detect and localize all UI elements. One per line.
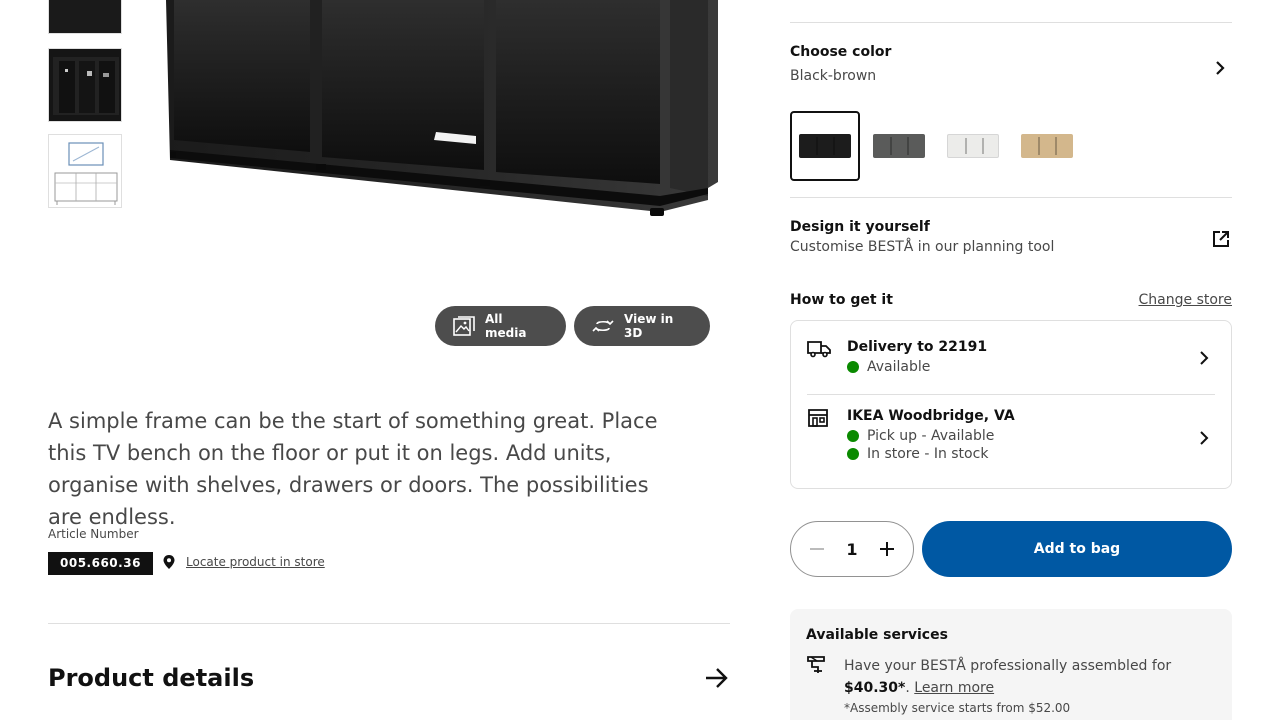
increase-quantity-button[interactable] <box>879 541 895 557</box>
tv-bench-image <box>166 0 718 216</box>
instore-status: In store - In stock <box>847 446 1015 462</box>
divider <box>790 22 1232 23</box>
assembly-price: $40.30* <box>844 680 906 696</box>
thumbnail-1[interactable] <box>48 0 122 34</box>
decrease-quantity-button[interactable] <box>809 541 825 557</box>
truck-icon <box>807 341 831 358</box>
available-services-panel: Available services Have your BESTÅ profe… <box>790 609 1232 720</box>
delivery-status: Available <box>847 359 987 375</box>
delivery-title: Delivery to 22191 <box>847 339 988 355</box>
external-link-icon <box>1213 231 1229 247</box>
fulfilment-options: Delivery to 22191 Available IKEA Woodbri… <box>790 320 1232 489</box>
swatch-dark-grey-image <box>873 134 925 158</box>
chevron-right-icon <box>1200 431 1209 445</box>
design-it-yourself-row[interactable]: Design it yourself Customise BESTÅ in ou… <box>790 219 1232 255</box>
all-media-button[interactable]: All media <box>435 306 566 346</box>
article-number: 005.660.36 <box>48 552 153 575</box>
thumbnail-2[interactable] <box>48 48 122 122</box>
quantity-stepper: 1 <box>790 521 914 577</box>
assembly-text-prefix: Have your BESTÅ professionally assembled… <box>844 658 1172 674</box>
product-details-heading: Product details <box>48 664 255 692</box>
thumbnail-3[interactable] <box>48 134 122 208</box>
swatch-black-brown[interactable] <box>790 111 860 181</box>
swatch-oak-effect-image <box>1021 134 1073 158</box>
swatch-oak-effect[interactable] <box>1012 111 1082 181</box>
swatch-black-brown-image <box>799 134 851 158</box>
delivery-status-text: Available <box>867 359 931 375</box>
thumbnail-3-image <box>49 135 121 207</box>
locate-product-label: Locate product in store <box>186 555 325 569</box>
locate-product-link[interactable]: Locate product in store <box>162 554 325 570</box>
view-in-3d-button[interactable]: View in 3D <box>574 306 710 346</box>
option-divider <box>807 394 1215 395</box>
chevron-right-icon <box>1216 61 1225 75</box>
assembly-tool-icon <box>807 656 825 673</box>
assembly-text-mid: . <box>905 680 915 696</box>
choose-color-row[interactable]: Choose color Black-brown <box>790 44 1232 84</box>
arrow-right-icon <box>706 668 728 688</box>
location-pin-icon <box>163 555 175 569</box>
view-in-3d-label: View in 3D <box>624 312 674 340</box>
product-details-row[interactable]: Product details <box>48 664 730 692</box>
store-icon <box>808 409 828 427</box>
chevron-right-icon <box>1200 351 1209 365</box>
assembly-note: *Assembly service starts from $52.00 <box>844 701 1071 715</box>
selected-color: Black-brown <box>790 68 877 84</box>
swatch-white[interactable] <box>938 111 1008 181</box>
plus-icon <box>879 542 894 556</box>
in-stock-dot-icon <box>847 448 859 460</box>
choose-color-label: Choose color <box>790 44 892 60</box>
assembly-service: Have your BESTÅ professionally assembled… <box>806 655 1216 715</box>
rotate-3d-icon <box>592 320 614 332</box>
swatch-dark-grey[interactable] <box>864 111 934 181</box>
color-swatches <box>790 111 1082 181</box>
pickup-status-text: Pick up - Available <box>867 428 995 444</box>
design-subtitle: Customise BESTÅ in our planning tool <box>790 239 1055 255</box>
services-title: Available services <box>806 627 948 643</box>
available-dot-icon <box>847 361 859 373</box>
all-media-label: All media <box>485 312 527 340</box>
add-to-bag-button[interactable]: Add to bag <box>922 521 1232 577</box>
assembly-service-text: Have your BESTÅ professionally assembled… <box>844 655 1216 699</box>
thumbnail-2-image <box>49 49 121 121</box>
store-title: IKEA Woodbridge, VA <box>847 408 1015 424</box>
minus-icon <box>810 548 824 550</box>
available-dot-icon <box>847 430 859 442</box>
change-store-link[interactable]: Change store <box>1139 292 1232 308</box>
divider <box>790 197 1232 198</box>
learn-more-link[interactable]: Learn more <box>914 680 994 696</box>
pickup-status: Pick up - Available <box>847 428 1015 444</box>
instore-status-text: In store - In stock <box>867 446 989 462</box>
product-description: A simple frame can be the start of somet… <box>48 409 658 529</box>
design-title: Design it yourself <box>790 219 930 235</box>
how-to-get-it-heading: How to get it <box>790 292 893 308</box>
main-product-image[interactable] <box>160 0 720 225</box>
section-divider <box>48 623 730 624</box>
quantity-value[interactable]: 1 <box>846 540 857 559</box>
article-number-label: Article Number <box>48 527 139 541</box>
swatch-white-image <box>947 134 999 158</box>
images-icon <box>453 316 475 336</box>
